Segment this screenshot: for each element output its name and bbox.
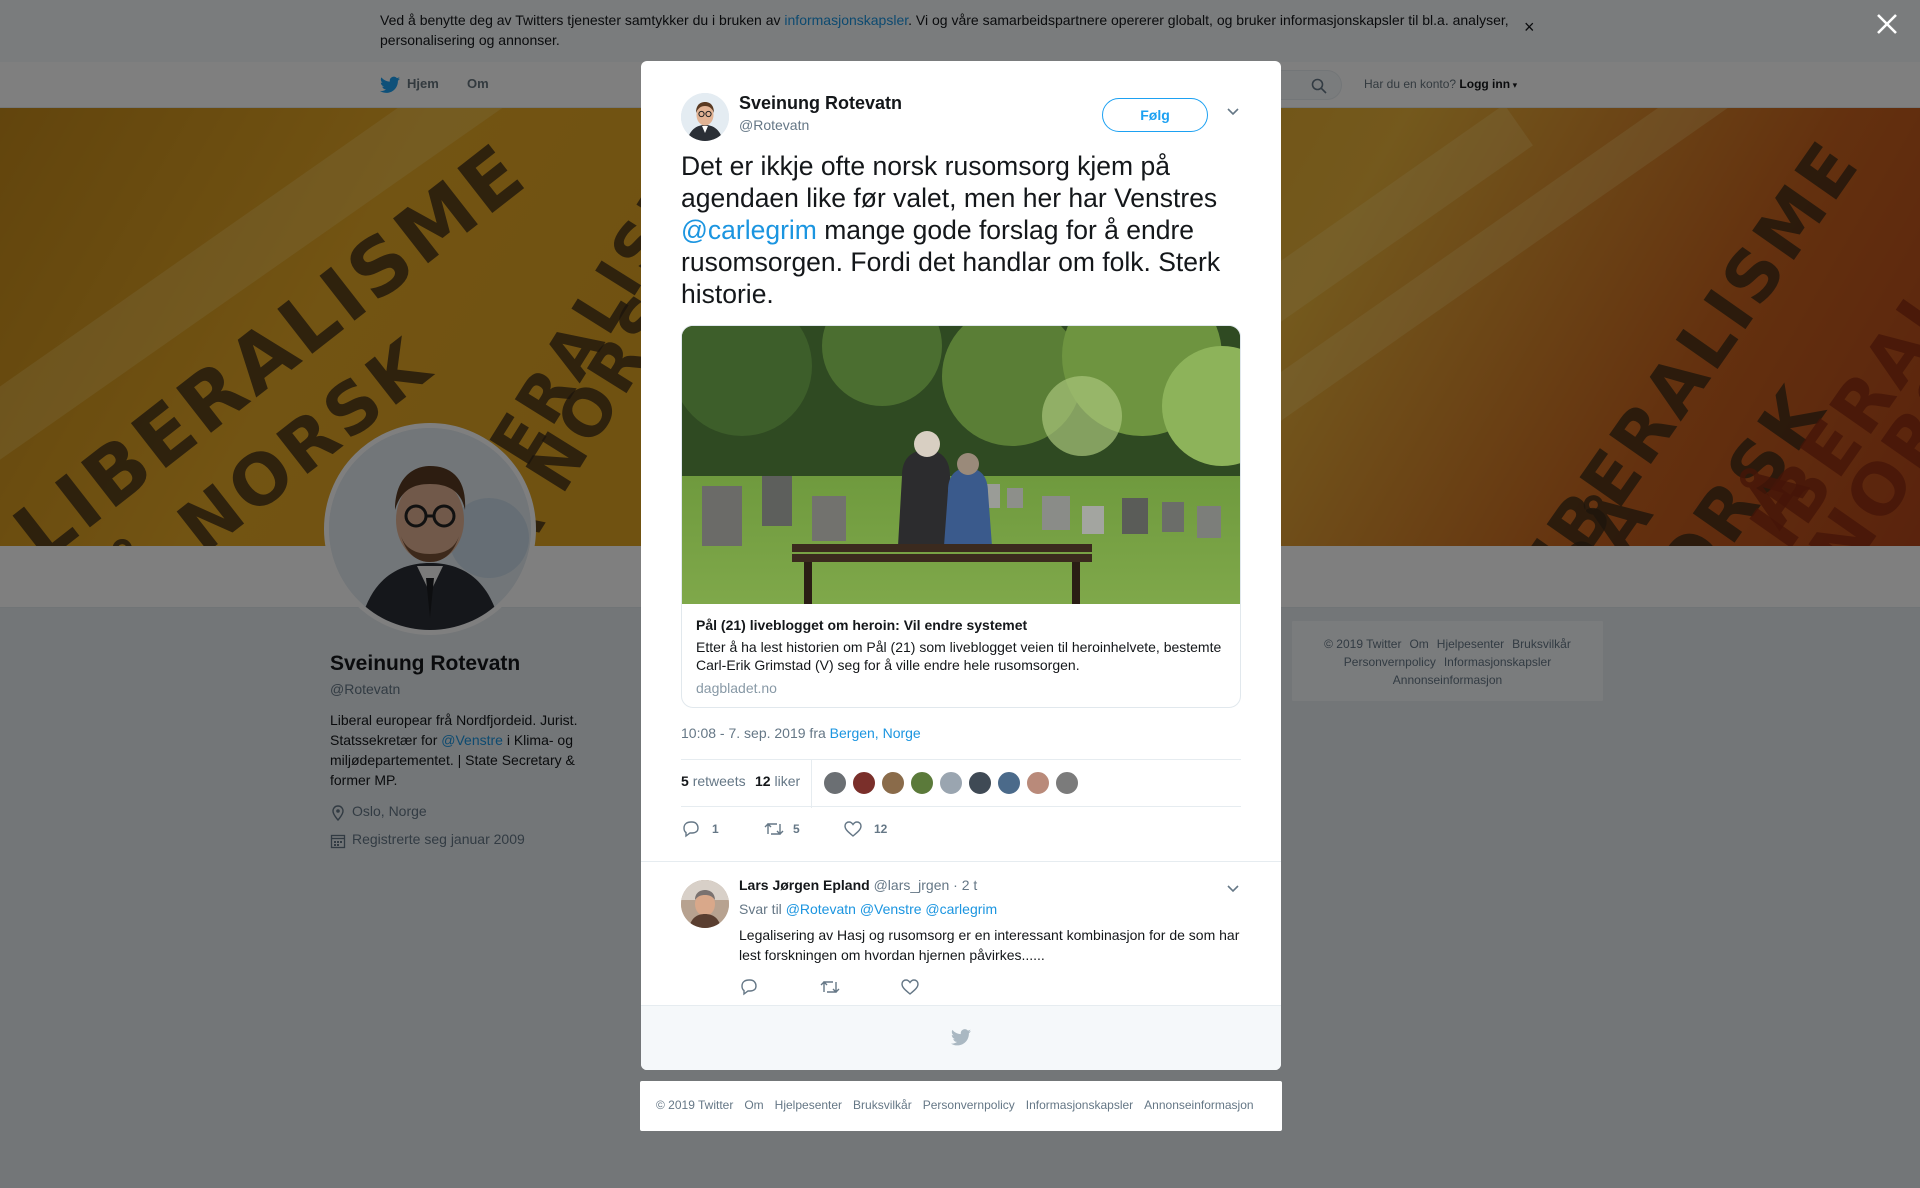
liker-avatar[interactable] [968,771,992,795]
author-handle[interactable]: @Rotevatn [739,117,809,133]
reply-author-name[interactable]: Lars Jørgen Epland [739,877,870,893]
card-domain: dagbladet.no [696,680,777,696]
tweet-mention-link[interactable]: @carlegrim [681,215,817,245]
reply-to-line: Svar til @Rotevatn @Venstre @carlegrim [739,901,997,917]
reply-author-handle[interactable]: @lars_jrgen [874,877,950,893]
reply-tweet[interactable]: Lars Jørgen Epland @lars_jrgen · 2 t Sva… [641,861,1281,1006]
retweet-stat[interactable]: 5 retweets [681,773,746,789]
reply-time[interactable]: · 2 t [953,877,977,893]
card-description: Etter å ha lest historien om Pål (21) so… [696,639,1222,673]
retweet-action-count: 5 [793,822,800,836]
link-preview-card[interactable]: Pål (21) liveblogget om heroin: Vil endr… [681,325,1241,708]
footer-link[interactable]: Om [744,1098,763,1112]
likes-stat[interactable]: 12 liker [755,773,800,789]
heart-icon[interactable] [900,977,920,997]
reply-icon[interactable] [739,977,759,997]
reply-mentions-link[interactable]: @Rotevatn @Venstre @carlegrim [786,901,998,917]
likes-label: liker [774,773,801,789]
footer-link[interactable]: Personvernpolicy [923,1098,1015,1112]
author-name[interactable]: Sveinung Rotevatn [739,93,902,114]
modal-footer-area [641,1005,1281,1070]
liker-avatar[interactable] [1026,771,1050,795]
tweet-location-link[interactable]: Bergen, Norge [830,725,921,741]
author-avatar[interactable] [681,93,729,141]
liker-avatar[interactable] [997,771,1021,795]
liker-avatar[interactable] [1055,771,1079,795]
like-action-count: 12 [874,822,888,836]
footer-link[interactable]: Informasjonskapsler [1026,1098,1133,1112]
liker-avatar[interactable] [881,771,905,795]
retweet-label: retweets [692,773,746,789]
reply-author-avatar[interactable] [681,880,729,928]
reply-text: Legalisering av Hasj og rusomsorg er en … [739,927,1240,963]
footer-link[interactable]: Hjelpesenter [775,1098,842,1112]
liker-avatar[interactable] [910,771,934,795]
retweet-icon[interactable] [819,977,841,997]
timestamp-text: 10:08 - 7. sep. 2019 fra [681,725,830,741]
tweet-text: Det er ikkje ofte norsk rusomsorg kjem p… [681,150,1241,310]
footer-link[interactable]: Bruksvilkår [853,1098,912,1112]
person-portrait-icon [681,93,729,141]
likes-count: 12 [755,773,771,789]
liker-avatar[interactable] [852,771,876,795]
twitter-bird-icon [951,1029,971,1046]
close-icon[interactable] [1873,10,1901,38]
retweet-count: 5 [681,773,689,789]
tweet-timestamp: 10:08 - 7. sep. 2019 fra Bergen, Norge [681,725,921,741]
follow-button[interactable]: Følg [1102,98,1208,132]
card-image [682,326,1240,604]
reply-icon [683,821,699,838]
reply-header: Lars Jørgen Epland @lars_jrgen · 2 t [739,877,977,893]
retweet-icon [764,823,784,835]
card-title: Pål (21) liveblogget om heroin: Vil endr… [696,617,1028,633]
cemetery-photo [682,326,1240,604]
heart-icon [844,821,862,837]
stats-divider [811,760,812,808]
tweet-modal: Sveinung Rotevatn @Rotevatn Følg Det er … [641,61,1281,1070]
person-portrait-icon [681,880,729,928]
tweet-text-part: Det er ikkje ofte norsk rusomsorg kjem p… [681,151,1218,213]
tweet-stats: 5 retweets 12 liker [681,759,1241,808]
chevron-down-icon[interactable] [1225,882,1241,894]
chevron-down-icon[interactable] [1225,105,1241,117]
liker-avatar[interactable] [823,771,847,795]
footer-link[interactable]: Annonseinformasjon [1144,1098,1253,1112]
reply-to-label: Svar til [739,901,782,917]
tweet-actions: 1 5 12 [681,819,1241,849]
liker-avatar[interactable] [939,771,963,795]
reply-count: 1 [712,822,719,836]
footer-link[interactable]: © 2019 Twitter [656,1098,733,1112]
modal-bottom-footer: © 2019 Twitter Om Hjelpesenter Bruksvilkår P… [640,1081,1282,1131]
